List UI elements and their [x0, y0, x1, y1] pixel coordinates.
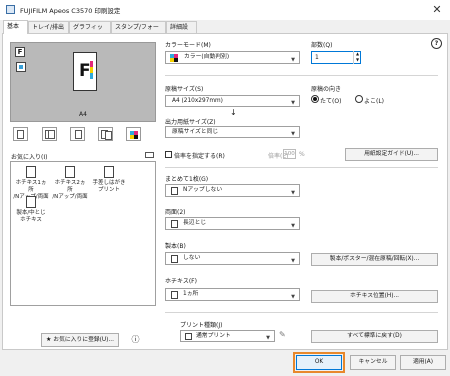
original-size-select[interactable]: A4 (210x297mm) ▼ [165, 95, 300, 107]
color-mode-select[interactable]: カラー(自動判別) ▼ [165, 51, 300, 64]
original-size-label: 原稿サイズ(S) [165, 86, 204, 93]
chevron-down-icon: ▼ [291, 222, 295, 229]
favorites-edit-icon[interactable] [145, 152, 154, 158]
staple-position-button[interactable]: ホチキス位置(H)... [311, 290, 438, 303]
chevron-down-icon: ▼ [291, 189, 295, 196]
document-icon [104, 166, 114, 178]
cancel-button[interactable]: キャンセル [350, 355, 396, 370]
favorite-item[interactable]: 手差しはがき プリント [91, 166, 127, 194]
color-swatch-icon [170, 54, 178, 62]
document-icon [26, 196, 36, 208]
preview-area: F F A4 [10, 42, 156, 122]
orientation-portrait-label: たて(O) [320, 98, 342, 105]
help-icon[interactable]: ? [431, 38, 442, 49]
tab-tray-output[interactable]: トレイ/排出 [28, 21, 69, 33]
booklet-label: 製本(B) [165, 243, 186, 250]
apply-button[interactable]: 適用(A) [400, 355, 446, 370]
orientation-label: 原稿の向き [311, 86, 342, 93]
info-icon[interactable]: ⓘ [131, 335, 140, 344]
chevron-down-icon: ▼ [291, 100, 295, 106]
booklet-poster-button[interactable]: 製本/ポスター/混在原稿/回転(X)... [311, 253, 438, 266]
page-preview: F [73, 52, 97, 91]
booklet-icon[interactable] [70, 127, 85, 141]
favorite-item[interactable]: 製本/中とじ ホチキス [13, 196, 49, 224]
book-icon[interactable] [42, 127, 57, 141]
favorite-item[interactable]: ホチキス2ヵ所 /Nアップ/両面 [52, 166, 88, 201]
color-icon[interactable] [126, 127, 141, 141]
scale-unit: % [299, 151, 305, 158]
booklet-icon [171, 255, 178, 263]
print-type-label: プリント種類(J) [180, 322, 223, 329]
tab-basic[interactable]: 基本 [3, 20, 28, 34]
paper-size-label: A4 [79, 111, 87, 118]
output-size-select[interactable]: 原稿サイズと同じ ▼ [165, 126, 300, 138]
tab-bar: 基本 トレイ/排出 グラフィックス スタンプ/フォーム 詳細設定 [0, 20, 450, 43]
chevron-down-icon: ▼ [291, 131, 295, 137]
scale-input[interactable]: 100 [283, 149, 296, 159]
paper-guide-button[interactable]: 用紙設定ガイド(U)... [345, 148, 438, 161]
window-title: FUJIFILM Apeos C3570 印刷設定 [20, 7, 121, 15]
tab-stamp-form[interactable]: スタンプ/フォーム [111, 21, 166, 43]
color-mode-label: カラーモード(M) [165, 42, 211, 49]
copies-stepper[interactable]: ▲ ▼ [353, 51, 361, 64]
duplex-label: 両面(2) [165, 209, 186, 216]
scale-checkbox[interactable] [165, 151, 172, 158]
tab-advanced[interactable]: 詳細設定 [166, 21, 197, 43]
favorites-label: お気に入り(I) [11, 154, 48, 161]
document-icon [65, 166, 75, 178]
document-icon [26, 166, 36, 178]
chevron-down-icon: ▼ [266, 335, 270, 341]
chevron-down-icon: ▼ [291, 56, 295, 63]
copies-icon [16, 62, 26, 72]
staple-label: ホチキス(F) [165, 278, 197, 285]
nup-select[interactable]: Nアップしない ▼ [165, 184, 300, 197]
staple-icon [171, 291, 178, 299]
document-icon: F [15, 47, 25, 57]
tab-graphics[interactable]: グラフィックス [69, 21, 111, 43]
arrow-down-icon: ↓ [230, 108, 237, 117]
chevron-down-icon: ▼ [291, 293, 295, 300]
printer-icon [6, 5, 15, 14]
orientation-portrait-radio[interactable] [311, 95, 319, 103]
output-size-label: 出力用紙サイズ(Z) [165, 119, 216, 126]
scale-checkbox-label: 倍率を指定する(R) [174, 153, 225, 160]
edit-icon[interactable]: ✎ [279, 330, 286, 339]
star-icon: ★ [46, 336, 52, 343]
chevron-down-icon: ▼ [291, 257, 295, 264]
ok-button[interactable]: OK [296, 355, 342, 370]
duplex-select[interactable]: 長辺とじ ▼ [165, 217, 300, 230]
printer-icon [185, 333, 192, 340]
nup-label: まとめて1枚(G) [165, 176, 209, 183]
staple-select[interactable]: 1ヵ所 ▼ [165, 288, 300, 301]
register-favorite-button[interactable]: ★ お気に入りに登録(U)... [41, 333, 119, 347]
copies-label: 部数(Q) [311, 42, 333, 49]
orientation-landscape-radio[interactable] [355, 95, 363, 103]
duplex-icon [171, 220, 178, 228]
booklet-select[interactable]: しない ▼ [165, 252, 300, 265]
single-page-icon[interactable] [13, 127, 28, 141]
orientation-landscape-label: よこ(L) [364, 98, 385, 105]
reset-defaults-button[interactable]: すべて標準に戻す(D) [311, 330, 438, 343]
print-type-select[interactable]: 通常プリント ▼ [180, 330, 275, 342]
close-button[interactable]: ✕ [428, 1, 446, 18]
page-icon [171, 187, 178, 195]
pages-icon[interactable] [98, 127, 113, 141]
title-bar: FUJIFILM Apeos C3570 印刷設定 ✕ [0, 0, 450, 20]
